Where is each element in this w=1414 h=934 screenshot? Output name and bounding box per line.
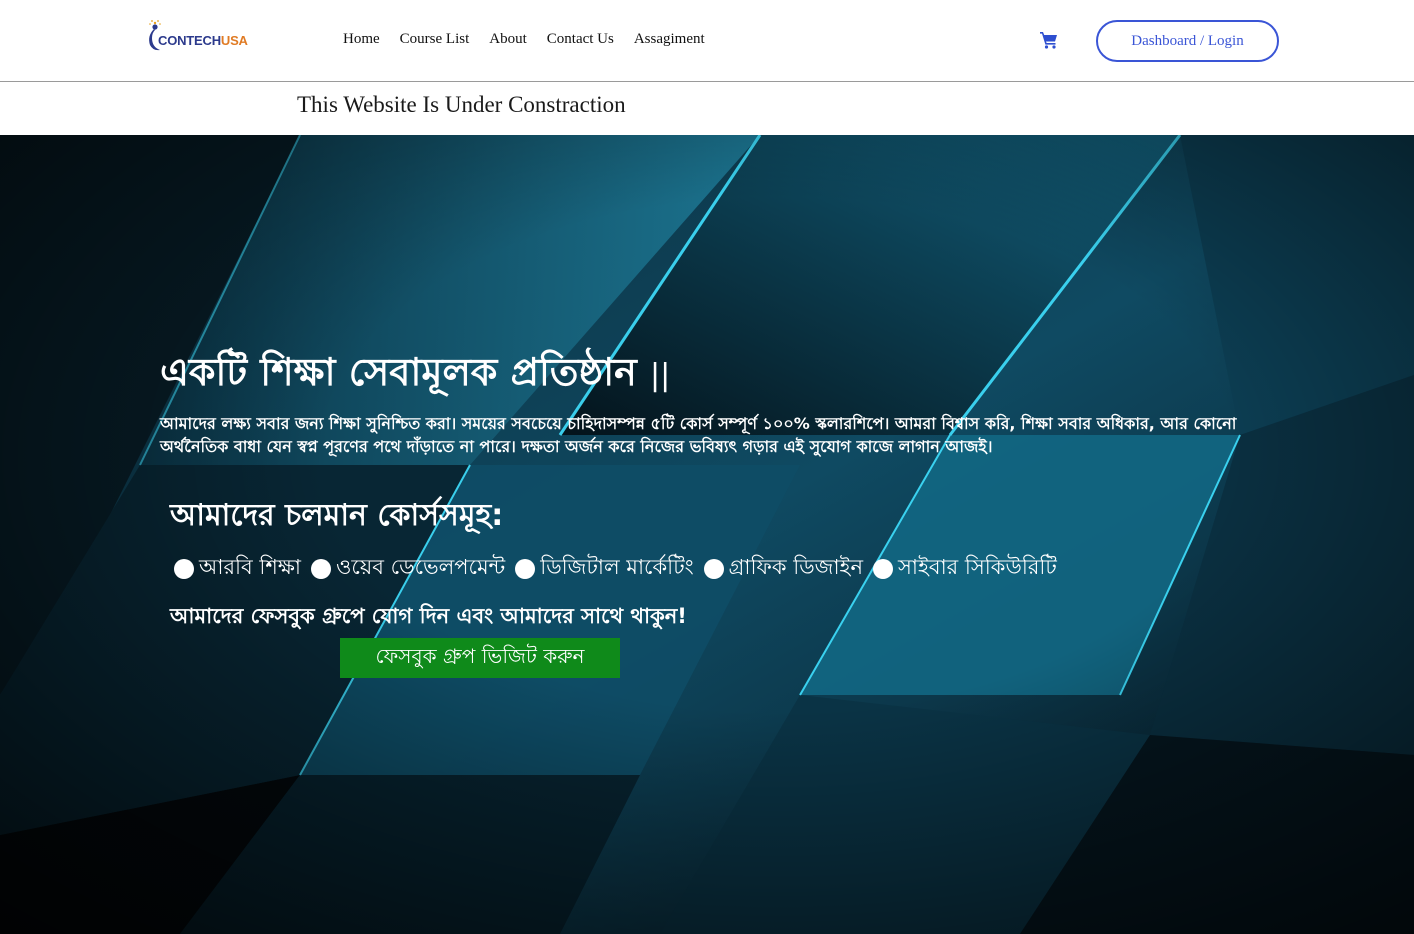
hero-title-suffix: || — [650, 358, 671, 393]
bullet-icon — [873, 558, 894, 579]
course-label: ডিজিটাল মার্কেটিং — [540, 555, 694, 579]
course-label: আরবি শিক্ষা — [199, 555, 301, 579]
bullet-icon — [703, 558, 724, 579]
bullet-icon — [174, 558, 194, 579]
hero-description: আমাদের লক্ষ্য সবার জন্য শিক্ষা সুনিশ্চিত… — [160, 414, 1237, 456]
hero-title-text: একটি শিক্ষা সেবামূলক প্রতিষ্ঠান — [160, 350, 637, 394]
site-header: CONTECHUSA Home Course List About Contac… — [0, 0, 1414, 82]
bullet-icon — [310, 558, 331, 579]
bullet-icon — [515, 558, 536, 579]
course-item-cyber-security: সাইবার সিকিউরিটি — [873, 551, 1057, 586]
course-label: সাইবার সিকিউরিটি — [898, 555, 1057, 579]
course-label: ওয়েব ডেভেলপমেন্ট — [335, 555, 506, 579]
facebook-group-invite: আমাদের ফেসবুক গ্রুপে যোগ দিন এবং আমাদের … — [170, 604, 687, 628]
hero-title: একটি শিক্ষা সেবামূলক প্রতিষ্ঠান || — [160, 343, 670, 407]
nav-assignment[interactable]: Assagiment — [634, 31, 705, 48]
course-item-arabic: আরবি শিক্ষা — [174, 551, 301, 586]
nav-contact-us[interactable]: Contact Us — [547, 31, 614, 48]
facebook-group-button[interactable]: ফেসবুক গ্রুপ ভিজিট করুন — [340, 638, 620, 678]
nav-about[interactable]: About — [489, 31, 527, 48]
main-nav: Home Course List About Contact Us Assagi… — [343, 31, 705, 48]
cart-icon[interactable] — [1039, 30, 1059, 50]
course-item-graphic-design: গ্রাফিক ডিজাইন — [703, 551, 864, 586]
nav-course-list[interactable]: Course List — [400, 31, 470, 48]
courses-heading: আমাদের চলমান কোর্সসমূহ: — [170, 498, 504, 533]
course-item-web-development: ওয়েব ডেভেলপমেন্ট — [310, 551, 506, 586]
dashboard-login-button[interactable]: Dashboard / Login — [1096, 20, 1279, 62]
construction-notice: This Website Is Under Constraction — [297, 92, 626, 117]
course-list: আরবি শিক্ষা ওয়েব ডেভেলপমেন্ট ডিজিটাল মা… — [174, 551, 1067, 586]
logo[interactable]: CONTECHUSA — [146, 18, 266, 54]
logo-text: CONTECHUSA — [158, 33, 248, 48]
nav-home[interactable]: Home — [343, 31, 380, 48]
hero-section: একটি শিক্ষা সেবামূলক প্রতিষ্ঠান || আমাদে… — [0, 135, 1414, 934]
course-label: গ্রাফিক ডিজাইন — [728, 555, 864, 579]
course-item-digital-marketing: ডিজিটাল মার্কেটিং — [515, 551, 694, 586]
